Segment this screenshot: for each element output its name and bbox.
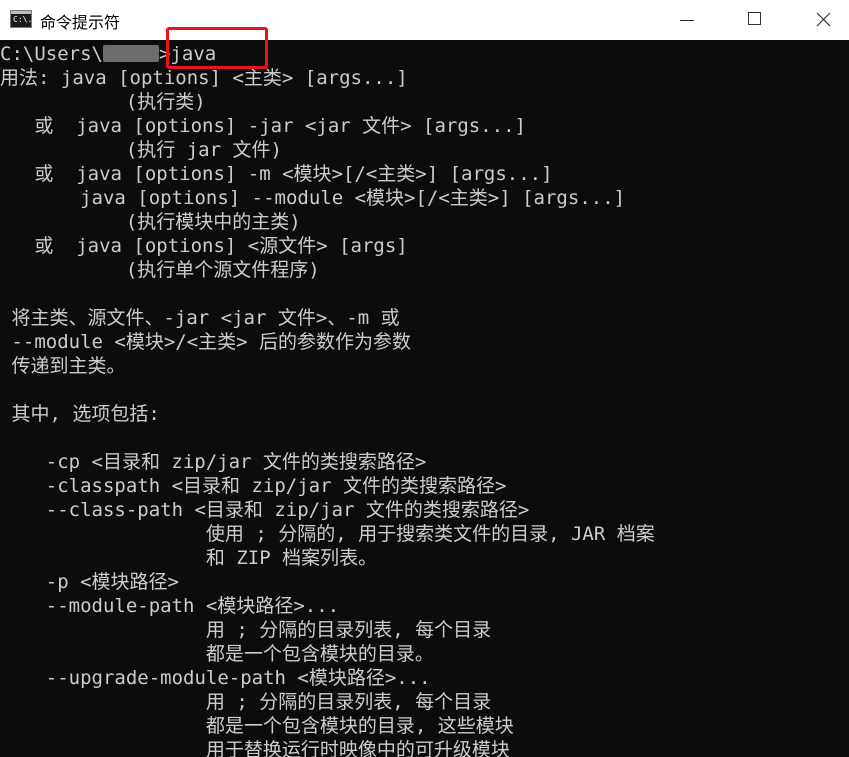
console-output[interactable]: C:\Users\ >java 用法: java [options] <主类> [… [0,40,849,757]
console-line: 使用 ; 分隔的, 用于搜索类文件的目录, JAR 档案 [0,523,655,545]
console-line: 用于替换运行时映像中的可升级模块 [0,739,510,757]
console-line: 或 java [options] -jar <jar 文件> [args...] [0,115,526,137]
console-line: 用 ; 分隔的目录列表, 每个目录 [0,691,492,713]
entered-command: java [170,43,217,65]
maximize-button[interactable] [732,0,778,40]
close-button[interactable] [800,0,846,40]
prompt-symbol: > [158,43,171,65]
cmd-icon: C:\. [10,10,32,28]
console-line: java [options] --module <模块>[/<主类>] [arg… [0,187,626,209]
console-line: 和 ZIP 档案列表。 [0,547,378,569]
maximize-icon [748,12,761,25]
console-line: -p <模块路径> [0,571,179,593]
title-bar[interactable]: C:\. 命令提示符 [0,0,849,40]
redacted-username [102,45,159,62]
console-line: --module-path <模块路径>... [0,595,340,617]
close-icon [816,12,831,27]
console-line: 都是一个包含模块的目录。 [0,643,434,665]
console-line: -cp <目录和 zip/jar 文件的类搜索路径> [0,451,427,473]
cmd-window: C:\. 命令提示符 C:\Users\ >java 用法: java [opti… [0,0,849,757]
prompt-path: C:\Users\ [0,43,103,65]
console-line: (执行 jar 文件) [0,139,282,161]
console-line: --class-path <目录和 zip/jar 文件的类搜索路径> [0,499,530,521]
console-line: 或 java [options] -m <模块>[/<主类>] [args...… [0,163,553,185]
console-line: 其中, 选项包括: [0,403,160,425]
console-line: 都是一个包含模块的目录, 这些模块 [0,715,514,737]
console-line: (执行单个源文件程序) [0,259,320,281]
window-title: 命令提示符 [40,13,121,32]
minimize-icon [680,20,694,21]
console-line: -classpath <目录和 zip/jar 文件的类搜索路径> [0,475,507,497]
console-line: --upgrade-module-path <模块路径>... [0,667,431,689]
console-line: (执行类) [0,91,206,113]
console-line: 用 ; 分隔的目录列表, 每个目录 [0,619,492,641]
console-line: 用法: java [options] <主类> [args...] [0,67,408,89]
minimize-button[interactable] [664,0,710,40]
cmd-icon-glyph: C:\. [13,15,33,24]
console-line: (执行模块中的主类) [0,211,301,233]
console-line: 将主类、源文件、-jar <jar 文件>、-m 或 [0,307,400,329]
console-line: 传递到主类。 [0,355,126,377]
console-line: 或 java [options] <源文件> [args] [0,235,408,257]
console-line: --module <模块>/<主类> 后的参数作为参数 [0,331,412,353]
prompt-line: C:\Users\ >java [0,42,216,66]
